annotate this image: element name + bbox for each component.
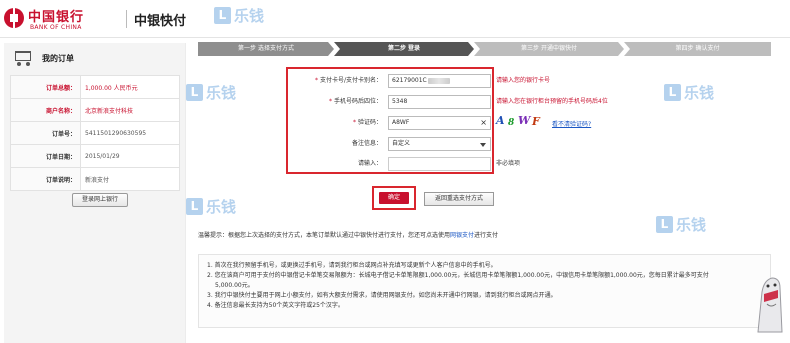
order-description-value: 新浪支付: [80, 167, 180, 191]
boc-emblem-icon: [4, 8, 24, 28]
watermark-text: 乐钱: [684, 84, 715, 102]
captcha-char: 8: [508, 118, 515, 128]
list-item: 1. 首次在我行预留手机号，或更换过手机号，请到我行柜台或网点补充填写或更新个人…: [207, 262, 497, 269]
notes-box: 1. 首次在我行预留手机号，或更换过手机号，请到我行柜台或网点补充填写或更新个人…: [198, 254, 771, 328]
captcha-char: A: [496, 114, 505, 127]
clear-icon[interactable]: ×: [480, 117, 487, 129]
logo-chinese-name: 中国银行: [28, 10, 85, 25]
step-3: 第三步 开通中银快付: [474, 42, 624, 56]
sidebar-title: 我的订单: [42, 54, 74, 63]
service-title: 中银快付: [134, 14, 187, 29]
list-item: 4. 备注信息最长支持为50个英文字符或25个汉字。: [207, 302, 344, 309]
note-select[interactable]: 自定义: [388, 137, 491, 151]
page-header: 中国银行 BANK OF CHINA 中银快付: [0, 0, 790, 38]
cart-icon: [12, 49, 34, 67]
captcha-label: * 验证码：: [352, 119, 382, 126]
progress-steps: 第一步 选择支付方式 第二步 登录 第三步 开通中银快付 第四步 确认支付: [198, 42, 771, 56]
list-item: 2. 您在该商户可用于支付的中银借记卡单笔交易限额为：长城电子借记卡单笔限额1,…: [207, 272, 709, 279]
watermark: L 乐钱: [186, 82, 236, 103]
order-number-label: 订单号：: [10, 121, 81, 145]
order-date-value: 2015/01/29: [80, 144, 180, 168]
watermark: L 乐钱: [186, 196, 236, 217]
order-description-label: 订单说明：: [10, 167, 81, 191]
table-row: 商户名称： 北京新浪支付科技: [10, 98, 180, 122]
masked-digits: [427, 77, 450, 84]
watermark-text: 乐钱: [206, 84, 237, 102]
table-row: 订单日期： 2015/01/29: [10, 144, 180, 168]
order-total-label: 订单总额：: [10, 75, 81, 99]
note-label: 备注信息：: [351, 140, 382, 147]
mascot-icon: [750, 274, 786, 334]
custom-note-input[interactable]: [388, 157, 491, 171]
captcha-row: * 验证码： A8WF ×: [288, 116, 492, 130]
watermark-badge-icon: L: [186, 198, 203, 215]
card-number-row: * 支付卡号/支付卡别名： 62179001C: [288, 74, 492, 88]
header-divider: [126, 10, 127, 28]
phone-last4-input[interactable]: 5348: [388, 95, 491, 109]
online-banking-pay-link[interactable]: 网银支付: [450, 232, 474, 239]
step-1: 第一步 选择支付方式: [198, 42, 334, 56]
confirm-button[interactable]: 确定: [379, 192, 409, 204]
merchant-name-value: 北京新浪支付科技: [80, 98, 180, 122]
order-sidebar: 我的订单 订单总额： 1,000.00 人民币元 商户名称： 北京新浪支付科技 …: [4, 43, 186, 343]
optional-hint: 非必填项: [496, 160, 521, 167]
tip-suffix: 进行支付: [474, 232, 499, 239]
merchant-name-label: 商户名称：: [10, 98, 81, 122]
notes-list: 1. 首次在我行预留手机号，或更换过手机号，请到我行柜台或网点补充填写或更新个人…: [207, 261, 762, 311]
captcha-input[interactable]: A8WF ×: [388, 116, 491, 130]
order-total-value: 1,000.00 人民币元: [80, 75, 180, 99]
custom-input-label: 请输入：: [357, 160, 382, 167]
card-number-hint: 请输入您的银行卡号: [496, 77, 551, 84]
list-item: 3. 我行中银快付主要用于网上小额支付，如有大额支付需求，请使用网银支付。如您尚…: [207, 292, 557, 299]
order-details-table: 订单总额： 1,000.00 人民币元 商户名称： 北京新浪支付科技 订单号： …: [10, 75, 180, 191]
logo-english-name: BANK OF CHINA: [30, 24, 82, 31]
phone-hint: 请输入您在银行柜台预留的手机号码后4位: [496, 98, 608, 105]
phone-last4-label: * 手机号码后四位：: [328, 98, 382, 105]
captcha-image[interactable]: A 8 W F: [496, 114, 544, 128]
watermark-badge-icon: L: [664, 84, 681, 101]
phone-row: * 手机号码后四位： 5348: [288, 95, 492, 109]
tip-text: 温馨提示：根据您上次选择的支付方式，本笔订单默认通过中银快付进行支付，您还可点选…: [198, 230, 771, 239]
table-row: 订单号： 5411501290630595: [10, 121, 180, 145]
chevron-down-icon: [480, 143, 486, 147]
card-number-input[interactable]: 62179001C: [388, 74, 491, 88]
order-number-value: 5411501290630595: [80, 121, 180, 145]
list-item: 5,000.00元。: [215, 282, 254, 289]
step-4: 第四步 确认支付: [624, 42, 771, 56]
login-form: * 支付卡号/支付卡别名： 62179001C * 手机号码后四位： 5348 * 验…: [286, 67, 494, 174]
bank-logo[interactable]: 中国银行 BANK OF CHINA: [4, 6, 122, 34]
confirm-highlight: 确定: [372, 186, 416, 210]
custom-input-row: 请输入：: [288, 157, 492, 171]
note-row: 备注信息： 自定义: [288, 137, 492, 151]
watermark-text: 乐钱: [206, 198, 237, 216]
captcha-char: F: [532, 115, 540, 128]
back-to-payment-method-button[interactable]: 返回重选支付方式: [424, 192, 494, 206]
watermark: L 乐钱: [664, 82, 714, 103]
step-2-active: 第二步 登录: [334, 42, 474, 56]
table-row: 订单总额： 1,000.00 人民币元: [10, 75, 180, 99]
order-date-label: 订单日期：: [10, 144, 81, 168]
table-row: 订单说明： 新浪支付: [10, 167, 180, 191]
online-banking-login-button[interactable]: 登录网上银行: [72, 193, 128, 207]
refresh-captcha-link[interactable]: 看不清验证码?: [552, 119, 591, 128]
tip-prefix: 温馨提示：根据您上次选择的支付方式，本笔订单默认通过中银快付进行支付，您还可点选…: [198, 232, 451, 239]
watermark-badge-icon: L: [186, 84, 203, 101]
card-number-label: * 支付卡号/支付卡别名：: [314, 77, 382, 84]
captcha-char: W: [518, 114, 531, 127]
